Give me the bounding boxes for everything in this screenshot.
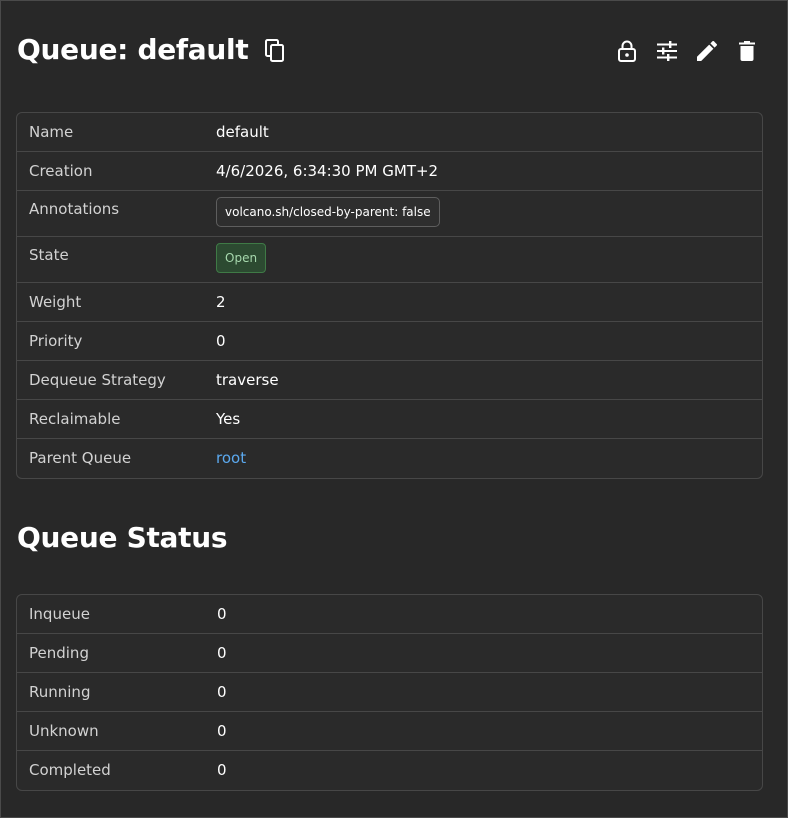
queue-status-table: Inqueue 0 Pending 0 Running 0 Unknown 0 … bbox=[16, 594, 763, 791]
pending-value: 0 bbox=[217, 644, 227, 662]
edit-button[interactable] bbox=[687, 35, 727, 67]
table-row: Pending 0 bbox=[17, 634, 762, 673]
row-label-unknown: Unknown bbox=[29, 722, 99, 740]
reclaimable-value: Yes bbox=[216, 410, 241, 428]
table-row: Annotations volcano.sh/closed-by-parent:… bbox=[17, 191, 762, 237]
table-row: Running 0 bbox=[17, 673, 762, 712]
row-label-pending: Pending bbox=[29, 644, 89, 662]
table-row: Unknown 0 bbox=[17, 712, 762, 751]
creation-value: 4/6/2026, 6:34:30 PM GMT+2 bbox=[216, 162, 439, 180]
table-row: State Open bbox=[17, 237, 762, 283]
row-label-weight: Weight bbox=[29, 293, 82, 311]
table-row: Inqueue 0 bbox=[17, 595, 762, 634]
state-status-badge: Open bbox=[216, 243, 267, 273]
copy-icon bbox=[265, 39, 285, 62]
queue-details-page: Queue: default Name default Creation 4/6… bbox=[0, 0, 788, 818]
priority-value: 0 bbox=[216, 332, 226, 350]
unknown-value: 0 bbox=[217, 722, 227, 740]
tune-icon bbox=[657, 41, 677, 61]
tune-button[interactable] bbox=[647, 35, 687, 67]
queue-metadata-table: Name default Creation 4/6/2026, 6:34:30 … bbox=[16, 112, 763, 479]
row-label-running: Running bbox=[29, 683, 91, 701]
row-label-inqueue: Inqueue bbox=[29, 605, 90, 623]
table-row: Completed 0 bbox=[17, 751, 762, 790]
row-label-state: State bbox=[29, 246, 69, 264]
row-label-priority: Priority bbox=[29, 332, 83, 350]
table-row: Parent Queue root bbox=[17, 439, 762, 478]
header-actions bbox=[607, 35, 767, 67]
edit-icon bbox=[697, 41, 717, 61]
delete-icon bbox=[739, 41, 755, 61]
row-label-reclaimable: Reclaimable bbox=[29, 410, 121, 428]
parent-queue-link[interactable]: root bbox=[216, 448, 246, 468]
delete-button[interactable] bbox=[727, 35, 767, 67]
table-row: Creation 4/6/2026, 6:34:30 PM GMT+2 bbox=[17, 152, 762, 191]
dequeue-strategy-value: traverse bbox=[216, 371, 279, 389]
table-row: Priority 0 bbox=[17, 322, 762, 361]
annotation-chip: volcano.sh/closed-by-parent: false bbox=[216, 197, 440, 227]
copy-button[interactable] bbox=[262, 37, 288, 65]
running-value: 0 bbox=[217, 683, 227, 701]
weight-value: 2 bbox=[216, 293, 226, 311]
row-label-name: Name bbox=[29, 123, 74, 141]
row-label-parent-queue: Parent Queue bbox=[29, 449, 132, 467]
row-label-creation: Creation bbox=[29, 162, 93, 180]
lock-button[interactable] bbox=[607, 35, 647, 67]
page-header: Queue: default bbox=[17, 27, 771, 71]
table-row: Name default bbox=[17, 113, 762, 152]
page-title: Queue: default bbox=[17, 32, 249, 66]
lock-icon bbox=[618, 40, 636, 62]
queue-status-title: Queue Status bbox=[17, 521, 228, 554]
table-row: Reclaimable Yes bbox=[17, 400, 762, 439]
row-label-annotations: Annotations bbox=[29, 200, 120, 218]
table-row: Weight 2 bbox=[17, 283, 762, 322]
row-label-completed: Completed bbox=[29, 761, 111, 779]
completed-value: 0 bbox=[217, 761, 227, 779]
row-label-dequeue-strategy: Dequeue Strategy bbox=[29, 371, 166, 389]
queue-name-value: default bbox=[216, 123, 269, 141]
table-row: Dequeue Strategy traverse bbox=[17, 361, 762, 400]
inqueue-value: 0 bbox=[217, 605, 227, 623]
